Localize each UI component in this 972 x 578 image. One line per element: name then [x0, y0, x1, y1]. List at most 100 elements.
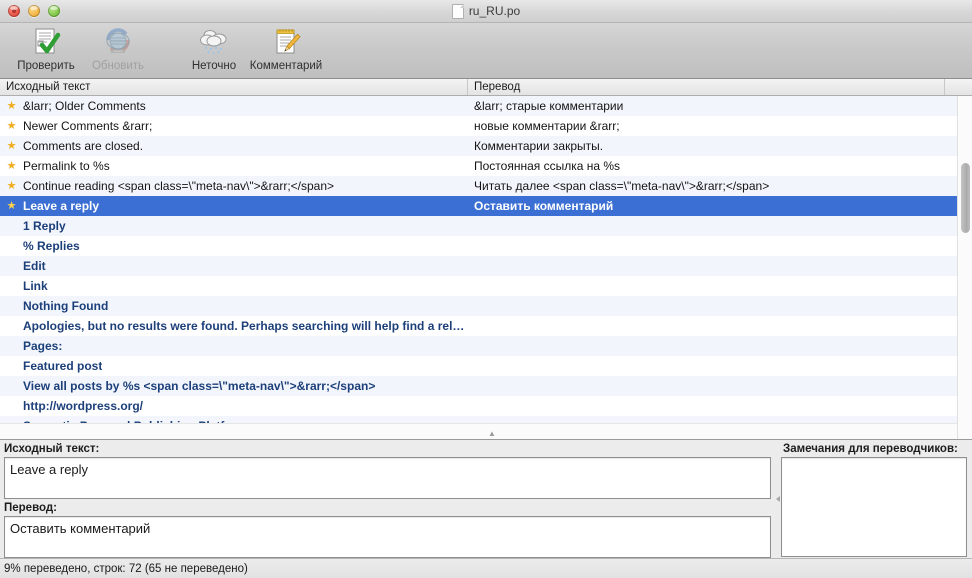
star-icon: ★: [6, 119, 17, 132]
table-row[interactable]: ★ http://wordpress.org/: [0, 396, 957, 416]
toolbar-label-fuzzy: Неточно: [191, 60, 237, 72]
star-icon-empty: ★: [6, 281, 17, 292]
row-source-text: Leave a reply: [23, 199, 100, 213]
row-translation-text: &larr; старые комментарии: [474, 99, 624, 113]
star-icon-empty: ★: [6, 221, 17, 232]
star-icon: ★: [6, 159, 17, 172]
row-source-text: Apologies, but no results were found. Pe…: [23, 319, 468, 333]
table-row[interactable]: ★ Newer Comments &rarr; новые комментарии …: [0, 116, 957, 136]
editor-vertical-splitter[interactable]: [775, 440, 781, 558]
row-source-cell: ★ Comments are closed.: [0, 139, 468, 153]
row-source-text: Newer Comments &rarr;: [23, 119, 153, 133]
row-translation-cell: Оставить комментарий: [468, 199, 946, 213]
table-row[interactable]: ★ Apologies, but no results were found. P…: [0, 316, 957, 336]
table-row[interactable]: ★ Permalink to %s Постоянная ссылка на %s: [0, 156, 957, 176]
title-bar: ru_RU.po: [0, 0, 972, 23]
toolbar-button-update[interactable]: Обновить: [82, 23, 154, 72]
row-source-text: 1 Reply: [23, 219, 66, 233]
toolbar-label-comment: Комментарий: [249, 60, 323, 72]
row-translation-text: Постоянная ссылка на %s: [474, 159, 621, 173]
toolbar-button-validate[interactable]: Проверить: [10, 23, 82, 72]
fuzzy-clouds-icon: [198, 26, 230, 58]
row-source-cell: ★ Leave a reply: [0, 199, 468, 213]
star-icon-empty: ★: [6, 301, 17, 312]
row-source-cell: ★ Newer Comments &rarr;: [0, 119, 468, 133]
row-source-text: http://wordpress.org/: [23, 399, 143, 413]
row-source-text: Continue reading <span class=\"meta-nav\…: [23, 179, 335, 193]
comment-notepad-pencil-icon: [270, 26, 302, 58]
editor-left-pane: Исходный текст: Leave a reply Перевод: О…: [0, 440, 775, 558]
row-source-text: Featured post: [23, 359, 103, 373]
table-row[interactable]: ★ Continue reading <span class=\"meta-nav…: [0, 176, 957, 196]
status-bar: 9% переведено, строк: 72 (65 не переведе…: [0, 558, 972, 578]
source-text-field: Leave a reply: [4, 457, 771, 499]
row-translation-cell: новые комментарии &rarr;: [468, 119, 946, 133]
row-source-text: Edit: [23, 259, 46, 273]
star-icon-empty: ★: [6, 341, 17, 352]
row-translation-text: новые комментарии &rarr;: [474, 119, 620, 133]
column-header-grip[interactable]: [945, 79, 972, 95]
row-translation-cell: Читать далее <span class=\"meta-nav\">&r…: [468, 179, 946, 193]
column-header-translation[interactable]: Перевод: [467, 79, 945, 95]
row-source-text: Permalink to %s: [23, 159, 110, 173]
list-rows[interactable]: ★ &larr; Older Comments &larr; старые комм…: [0, 96, 957, 424]
list-splitter-grip[interactable]: ▲: [487, 430, 497, 438]
table-row[interactable]: ★ Leave a reply Оставить комментарий: [0, 196, 957, 216]
table-row[interactable]: ★ Nothing Found: [0, 296, 957, 316]
star-icon: ★: [6, 139, 17, 152]
star-icon-empty: ★: [6, 261, 17, 272]
star-icon-empty: ★: [6, 241, 17, 252]
list-vertical-scrollbar[interactable]: [957, 96, 972, 439]
star-icon: ★: [6, 199, 17, 212]
table-row[interactable]: ★ Comments are closed. Комментарии закрыты…: [0, 136, 957, 156]
toolbar-button-comment[interactable]: Комментарий: [250, 23, 322, 72]
toolbar-button-fuzzy[interactable]: Неточно: [178, 23, 250, 72]
maximize-button[interactable]: [48, 5, 60, 17]
list-column-headers: Исходный текст Перевод: [0, 79, 972, 96]
row-source-cell: ★ % Replies: [0, 239, 468, 253]
toolbar-label-validate: Проверить: [17, 60, 75, 72]
star-icon-empty: ★: [6, 361, 17, 372]
toolbar-label-update: Обновить: [91, 60, 145, 72]
toolbar: Проверить Обновить Неточно Комментарий: [0, 23, 972, 79]
document-icon: [451, 3, 464, 19]
table-row[interactable]: ★ Edit: [0, 256, 957, 276]
row-source-cell: ★ Pages:: [0, 339, 468, 353]
row-source-cell: ★ Apologies, but no results were found. P…: [0, 319, 468, 333]
translator-notes-field[interactable]: [781, 457, 967, 557]
row-translation-text: Оставить комментарий: [474, 199, 614, 213]
window-controls: [0, 5, 60, 17]
table-row[interactable]: ★ 1 Reply: [0, 216, 957, 236]
row-source-text: Comments are closed.: [23, 139, 144, 153]
list-vertical-scroll-thumb[interactable]: [961, 163, 970, 233]
column-header-source[interactable]: Исходный текст: [0, 79, 468, 95]
row-translation-cell: Комментарии закрыты.: [468, 139, 946, 153]
table-row[interactable]: ★ Link: [0, 276, 957, 296]
row-source-text: Nothing Found: [23, 299, 109, 313]
validate-document-check-icon: [30, 26, 62, 58]
row-source-text: Link: [23, 279, 48, 293]
row-source-text: % Replies: [23, 239, 80, 253]
table-row[interactable]: ★ &larr; Older Comments &larr; старые комм…: [0, 96, 957, 116]
translation-input[interactable]: Оставить комментарий: [4, 516, 771, 558]
table-row[interactable]: ★ Pages:: [0, 336, 957, 356]
minimize-button[interactable]: [28, 5, 40, 17]
row-source-cell: ★ http://wordpress.org/: [0, 399, 468, 413]
table-row[interactable]: ★ % Replies: [0, 236, 957, 256]
status-text: 9% переведено, строк: 72 (65 не переведе…: [4, 562, 248, 575]
table-row[interactable]: ★ Featured post: [0, 356, 957, 376]
table-row[interactable]: ★ View all posts by %s <span class=\"meta…: [0, 376, 957, 396]
list-horizontal-scrollbar[interactable]: ▲: [0, 423, 957, 439]
row-translation-text: Читать далее <span class=\"meta-nav\">&r…: [474, 179, 770, 193]
translator-notes-label: Замечания для переводчиков:: [783, 443, 958, 455]
source-text-label: Исходный текст:: [4, 443, 100, 455]
star-icon: ★: [6, 99, 17, 112]
window-title-text: ru_RU.po: [468, 4, 521, 18]
row-source-cell: ★ Link: [0, 279, 468, 293]
row-source-cell: ★ Edit: [0, 259, 468, 273]
editor-right-pane: Замечания для переводчиков:: [781, 440, 972, 558]
row-source-text: &larr; Older Comments: [23, 99, 146, 113]
row-source-text: Pages:: [23, 339, 63, 353]
close-button[interactable]: [8, 5, 20, 17]
translation-label: Перевод:: [4, 502, 58, 514]
